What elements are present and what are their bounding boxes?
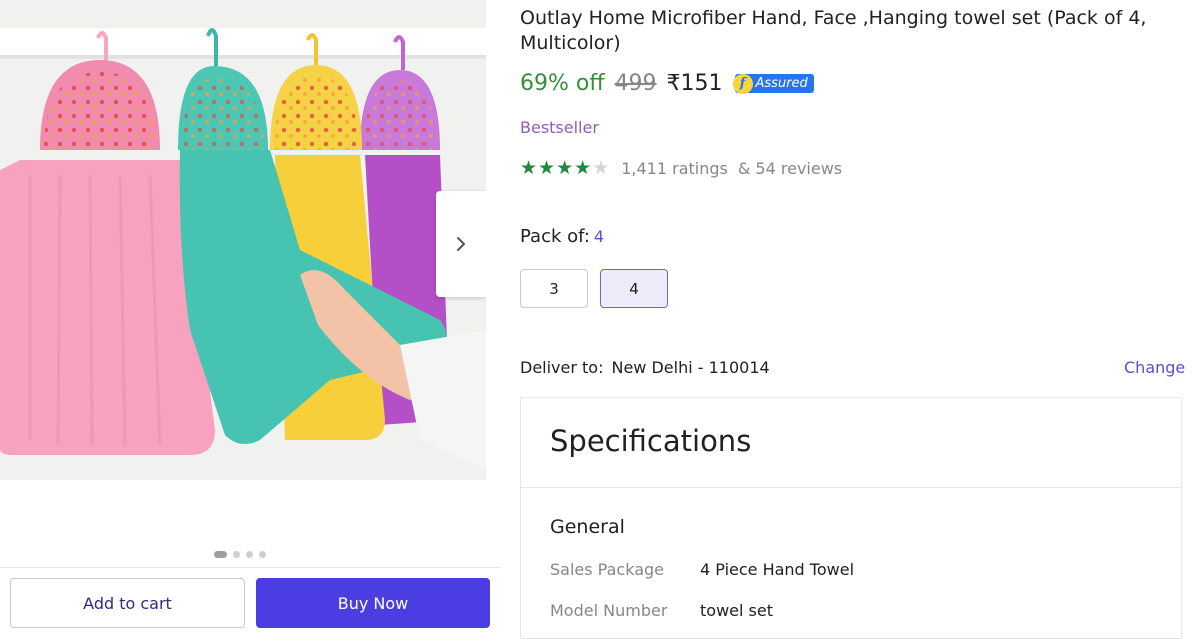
- gallery-pagination-dots: [214, 551, 266, 558]
- spec-value-sales-package: 4 Piece Hand Towel: [700, 560, 855, 579]
- assured-logo-icon: f: [732, 73, 753, 94]
- spec-section-general: General: [550, 516, 625, 538]
- product-title: Outlay Home Microfiber Hand, Face ,Hangi…: [520, 7, 1147, 54]
- pack-of-selected: 4: [593, 227, 605, 246]
- change-location-link[interactable]: Change: [1124, 358, 1185, 377]
- add-to-cart-button[interactable]: Add to cart: [10, 578, 245, 628]
- discount-percent: 69% off: [520, 71, 605, 96]
- star-filled-icon: ★: [538, 157, 556, 179]
- delivery-location: New Delhi - 110014: [611, 358, 770, 377]
- assured-label: Assured: [755, 76, 808, 91]
- star-filled-icon: ★: [556, 157, 574, 179]
- deliver-to-label: Deliver to:: [520, 358, 604, 377]
- pagination-dot[interactable]: [233, 551, 240, 558]
- ratings-count: 1,411 ratings: [621, 158, 728, 178]
- price-row: 69% off 499 ₹151 f Assured: [520, 71, 814, 96]
- delivery-info: Deliver to: New Delhi - 110014: [520, 358, 770, 377]
- bestseller-badge: Bestseller: [520, 118, 599, 137]
- pagination-dot[interactable]: [246, 551, 253, 558]
- pagination-dot[interactable]: [259, 551, 266, 558]
- rating-row[interactable]: ★ ★ ★ ★ ★ 1,411 ratings & 54 reviews: [520, 158, 842, 178]
- star-empty-icon: ★: [592, 157, 610, 179]
- reviews-count: & 54 reviews: [737, 158, 843, 178]
- pack-of-label: Pack of: 4: [520, 226, 604, 247]
- star-filled-icon: ★: [520, 157, 538, 179]
- action-bar: Add to cart Buy Now: [0, 567, 500, 629]
- star-rating: ★ ★ ★ ★ ★: [520, 158, 609, 178]
- star-filled-icon: ★: [574, 157, 592, 179]
- towel-photo-illustration: [0, 0, 486, 480]
- product-gallery: Add to cart Buy Now: [0, 0, 500, 629]
- original-price: 499: [614, 71, 657, 96]
- product-image[interactable]: [0, 0, 486, 480]
- divider: [521, 487, 1181, 488]
- spec-key-model-number: Model Number: [550, 601, 668, 620]
- next-image-button[interactable]: [436, 191, 486, 297]
- specifications-card: Specifications General Sales Package 4 P…: [520, 397, 1182, 639]
- spec-value-model-number: towel set: [700, 601, 773, 620]
- pagination-dot[interactable]: [214, 551, 227, 558]
- pack-option-4[interactable]: 4: [600, 269, 668, 308]
- assured-badge[interactable]: f Assured: [732, 73, 814, 95]
- chevron-right-icon: [457, 237, 465, 251]
- pack-of-text: Pack of:: [520, 226, 590, 247]
- spec-key-sales-package: Sales Package: [550, 560, 664, 579]
- selling-price: ₹151: [666, 71, 723, 96]
- specifications-title: Specifications: [550, 424, 752, 458]
- buy-now-button[interactable]: Buy Now: [256, 578, 490, 628]
- pack-option-3[interactable]: 3: [520, 269, 588, 308]
